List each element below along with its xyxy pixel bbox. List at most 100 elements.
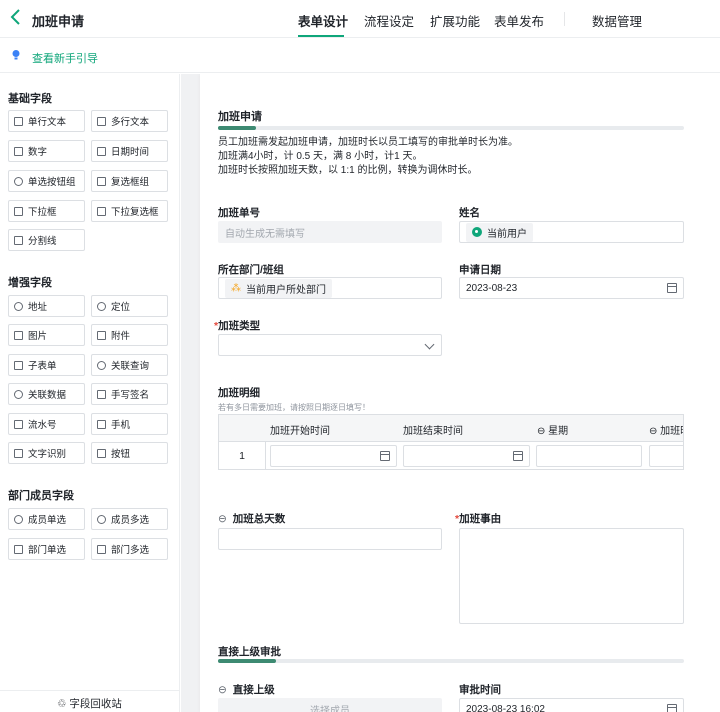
title-underline-bar [218,126,684,130]
field-positioning[interactable]: 定位 [91,295,168,317]
basic-fields-title: 基础字段 [8,93,52,105]
field-recycle-bin[interactable]: ♲ 字段回收站 [0,690,179,712]
link-icon: ⊖ [218,513,230,525]
recycle-icon: ♲ [57,698,70,710]
field-attachment[interactable]: 附件 [91,324,168,346]
detail-hint: 若有多日需要加班，请按照日期逐日填写！ [218,403,370,412]
tab-publish[interactable]: 表单发布 [494,11,544,30]
link-icon [14,389,23,399]
name-label: 姓名 [459,207,480,219]
dropdown-icon [14,206,23,216]
current-user-chip: 当前用户 [466,222,533,242]
weekday-input[interactable] [536,445,642,467]
image-icon [14,330,23,340]
field-member-single[interactable]: 成员单选 [8,508,85,530]
field-dept-single[interactable]: 部门单选 [8,538,85,560]
users-icon [97,514,106,524]
total-days-input[interactable] [218,528,442,550]
calendar-icon [97,146,106,156]
field-address[interactable]: 地址 [8,295,85,317]
end-time-input[interactable] [403,445,530,467]
enhanced-fields-title: 增强字段 [8,277,52,289]
field-dropdown-checkbox[interactable]: 下拉复选框 [91,200,168,222]
dropdown-checkbox-icon [97,206,106,216]
approval-time-label: 审批时间 [459,684,501,696]
field-phone[interactable]: 手机 [91,413,168,435]
name-field[interactable]: 当前用户 [459,221,684,243]
reason-label: *加班事由 [455,513,502,525]
field-signature[interactable]: 手写签名 [91,383,168,405]
dept-field[interactable]: ⁂ 当前用户所处部门 [218,277,442,299]
field-dept-multi[interactable]: 部门多选 [91,538,168,560]
form-canvas: 加班申请 员工加班需发起加班申请，加班时长以员工填写的审批单时长为准。 加班满4… [181,74,720,712]
field-related-query[interactable]: 关联查询 [91,354,168,376]
app-title: 加班申请 [32,14,85,29]
approval-time-input[interactable]: 2023-08-23 16:02 [459,698,684,712]
tab-data-management[interactable]: 数据管理 [592,11,642,30]
field-ocr[interactable]: 文字识别 [8,442,85,464]
tab-form-design[interactable]: 表单设计 [298,11,348,30]
field-number[interactable]: 数字 [8,140,85,162]
org-tree-icon: ⁂ [231,282,241,294]
user-icon [14,514,23,524]
start-time-input[interactable] [270,445,397,467]
depts-icon [97,544,106,554]
subform-icon [14,360,23,370]
form-paper: 加班申请 员工加班需发起加班申请，加班时长以员工填写的审批单时长为准。 加班满4… [200,74,720,712]
tab-extensions[interactable]: 扩展功能 [430,11,480,30]
order-no-input: 自动生成无需填写 [218,221,442,243]
superior-select[interactable]: 选择成员 [218,698,442,712]
ot-hours-input[interactable] [649,445,683,467]
link-icon: ⊖ [537,426,549,437]
total-days-label: ⊖ 加班总天数 [218,513,286,525]
field-subform[interactable]: 子表单 [8,354,85,376]
bulb-icon [12,50,20,60]
user-avatar-icon [472,227,482,237]
field-button[interactable]: 按钮 [91,442,168,464]
dept-member-fields-title: 部门成员字段 [8,490,74,502]
field-single-line-text[interactable]: 单行文本 [8,110,85,132]
field-member-multi[interactable]: 成员多选 [91,508,168,530]
crosshair-icon [97,301,106,311]
field-divider[interactable]: 分割线 [8,229,85,251]
detail-label: 加班明细 [218,387,260,399]
back-icon[interactable] [9,8,25,28]
new-user-guide-link[interactable]: 查看新手引导 [32,50,98,66]
approval-underline-bar [218,659,684,663]
calendar-icon [513,451,523,461]
dept-label: 所在部门/班组 [218,264,284,276]
col-end-time: 加班结束时间 [403,426,463,437]
field-radio-group[interactable]: 单选按钮组 [8,170,85,192]
ot-type-select[interactable] [218,334,442,356]
field-datetime[interactable]: 日期时间 [91,140,168,162]
field-dropdown[interactable]: 下拉框 [8,200,85,222]
divider-icon [14,235,23,245]
form-description-line: 员工加班需发起加班申请，加班时长以员工填写的审批单时长为准。 [218,137,518,148]
apply-date-input[interactable]: 2023-08-23 [459,277,684,299]
top-bar: 加班申请 表单设计 流程设定 扩展功能 表单发布 数据管理 [0,0,720,38]
checkbox-icon [97,176,106,186]
col-start-time: 加班开始时间 [270,426,330,437]
row-number: 1 [219,442,266,469]
ot-type-label: *加班类型 [214,320,261,332]
order-no-label: 加班单号 [218,207,260,219]
field-related-data[interactable]: 关联数据 [8,383,85,405]
field-multi-line-text[interactable]: 多行文本 [91,110,168,132]
dept-icon [14,544,23,554]
reason-textarea[interactable] [459,528,684,624]
col-weekday: ⊖ 星期 [537,426,569,437]
text-icon [14,116,23,126]
calendar-icon [380,451,390,461]
field-image[interactable]: 图片 [8,324,85,346]
field-checkbox-group[interactable]: 复选框组 [91,170,168,192]
guide-bar: 查看新手引导 [0,39,720,73]
tab-divider [564,12,565,26]
superior-label: ⊖ 直接上级 [218,684,275,696]
link-icon: ⊖ [218,684,230,696]
tab-process[interactable]: 流程设定 [364,11,414,30]
phone-icon [97,419,106,429]
apply-date-label: 申请日期 [459,264,501,276]
field-serial-number[interactable]: 流水号 [8,413,85,435]
calendar-icon [667,704,677,712]
active-tab-indicator [298,35,344,37]
